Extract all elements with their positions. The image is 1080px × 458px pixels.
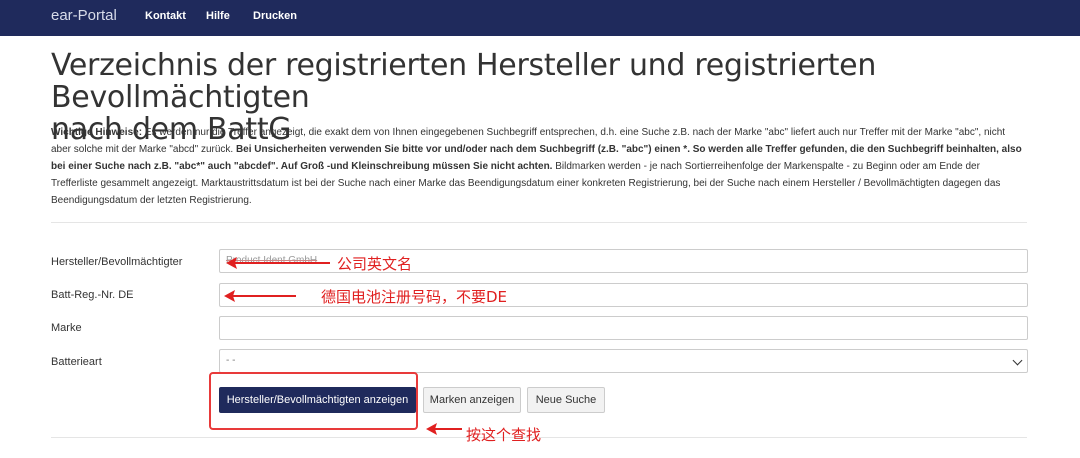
regno-label: Batt-Reg.-Nr. DE: [51, 289, 134, 301]
arrow-left-icon-company: [226, 257, 330, 269]
nav-link-drucken[interactable]: Drucken: [253, 10, 297, 22]
annotation-company-name: 公司英文名: [337, 255, 413, 273]
arrow-left-icon-search: [426, 423, 462, 435]
manufacturer-label: Hersteller/Bevollmächtigter: [51, 256, 183, 268]
divider-top: [51, 222, 1027, 223]
batterytype-select-value: - -: [226, 355, 236, 366]
page-title-line1: Verzeichnis der registrierten Hersteller…: [51, 48, 877, 115]
nav-link-kontakt[interactable]: Kontakt: [145, 10, 186, 22]
annotation-reg-number: 德国电池注册号码，不要DE: [321, 288, 508, 306]
top-navbar: ear-Portal Kontakt Hilfe Drucken: [0, 0, 1080, 36]
hints-label: Wichtige Hinweise:: [51, 127, 143, 138]
batterytype-select[interactable]: - -: [219, 349, 1028, 373]
highlight-box: [209, 372, 418, 430]
arrow-left-icon-regno: [224, 290, 296, 302]
important-hints: Wichtige Hinweise: Es werden nur die Tre…: [51, 124, 1026, 209]
brand-label: Marke: [51, 322, 82, 334]
chevron-down-icon: [1012, 355, 1023, 366]
nav-link-hilfe[interactable]: Hilfe: [206, 10, 230, 22]
brand-logo[interactable]: ear-Portal: [51, 7, 117, 24]
brand-input[interactable]: [219, 316, 1028, 340]
new-search-button[interactable]: Neue Suche: [527, 387, 605, 413]
annotation-search-hint: 按这个查找: [466, 426, 542, 444]
show-brands-button[interactable]: Marken anzeigen: [423, 387, 521, 413]
batterytype-label: Batterieart: [51, 356, 102, 368]
